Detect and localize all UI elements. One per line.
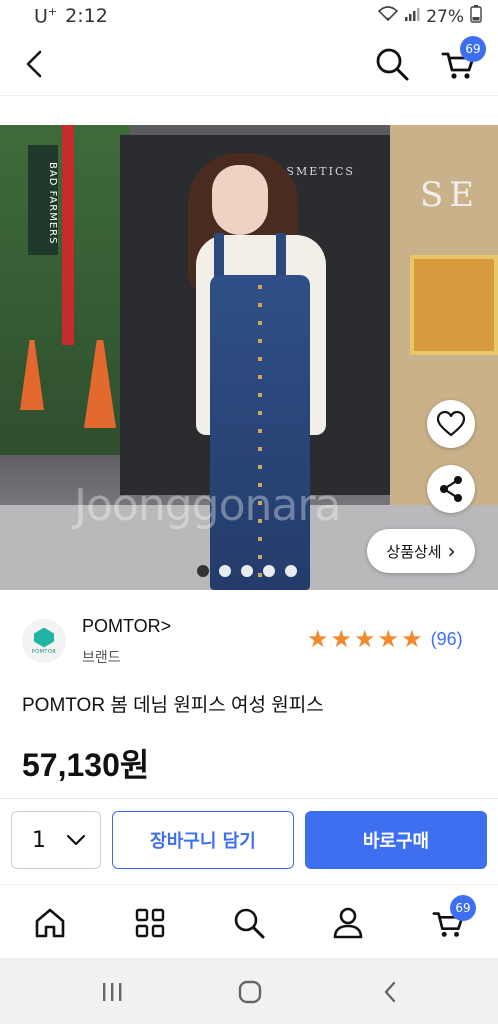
star-icon: ★ (330, 625, 353, 653)
carousel-dot[interactable] (219, 565, 231, 577)
buy-now-button[interactable]: 바로구매 (305, 811, 487, 869)
scene-sign-sel: SE (420, 175, 481, 215)
system-back-button[interactable] (372, 974, 408, 1010)
home-circle-icon (238, 980, 262, 1004)
scene-window-panel (410, 255, 498, 355)
chevron-left-icon (384, 981, 396, 1003)
search-button[interactable] (372, 44, 412, 84)
product-price: 57,130원 (22, 747, 150, 783)
recent-apps-icon (103, 983, 122, 1001)
carousel-dot[interactable] (241, 565, 253, 577)
search-icon (376, 48, 409, 81)
brand-label: 브랜드 (82, 650, 121, 666)
recent-apps-button[interactable] (94, 974, 130, 1010)
wishlist-button[interactable] (427, 400, 475, 448)
carousel-dot[interactable] (263, 565, 275, 577)
purchase-bar: 1 장바구니 담기 바로구매 (0, 798, 498, 884)
wifi-icon (378, 6, 399, 27)
product-detail-label: 상품상세 (386, 542, 442, 561)
review-count: (96) (430, 628, 463, 649)
product-image[interactable]: BAD FARMERS COSMETICS SE Joonggonara 상품상… (0, 125, 498, 590)
signal-icon (404, 6, 420, 27)
back-button[interactable] (14, 44, 54, 84)
battery-icon (470, 5, 482, 28)
nav-my-page[interactable] (328, 903, 368, 943)
status-left: U+ 2:12 (34, 5, 108, 27)
clock: 2:12 (65, 5, 108, 28)
nav-search[interactable] (229, 903, 269, 943)
category-icon (135, 908, 165, 938)
status-right: 27% (378, 5, 482, 28)
chevron-left-icon (26, 50, 42, 78)
cart-button[interactable]: 69 (438, 36, 486, 84)
brand-logo[interactable]: POMTOR (22, 619, 66, 663)
carousel-dot[interactable] (197, 565, 209, 577)
product-title: POMTOR 봄 데님 원피스 여성 원피스 (22, 695, 324, 716)
bottom-nav: 69 (0, 884, 498, 958)
home-button[interactable] (232, 974, 268, 1010)
heart-icon (437, 411, 465, 437)
brand-name-link[interactable]: POMTOR> (82, 616, 171, 637)
share-button[interactable] (427, 465, 475, 513)
user-icon (333, 907, 363, 939)
star-icon: ★ (354, 625, 376, 653)
nav-home[interactable] (30, 903, 70, 943)
app-header: 69 (0, 34, 498, 96)
system-nav-bar (0, 958, 498, 1024)
model-face (212, 165, 268, 235)
battery-level: 27% (426, 6, 464, 27)
carousel-dot[interactable] (285, 565, 297, 577)
brand-logo-text: POMTOR (31, 648, 57, 655)
cart-count-badge: 69 (450, 895, 476, 921)
scene-pole (62, 125, 74, 345)
dress-buttons (258, 285, 262, 585)
nav-cart[interactable]: 69 (428, 895, 476, 943)
chevron-down-icon (66, 834, 86, 846)
home-icon (35, 908, 65, 938)
chevron-right-icon: › (447, 539, 456, 563)
nav-category[interactable] (130, 903, 170, 943)
cart-count-badge: 69 (460, 36, 486, 62)
status-bar: U+ 2:12 27% (0, 0, 498, 34)
search-icon (234, 908, 265, 939)
quantity-value: 1 (32, 827, 46, 853)
watermark: Joonggonara (74, 480, 341, 531)
product-detail-button[interactable]: 상품상세 › (367, 529, 475, 573)
brand-logo-mark (34, 627, 54, 648)
star-icon: ★ (307, 625, 329, 653)
star-icon: ★ (401, 625, 423, 653)
carrier-label: U+ (34, 5, 58, 28)
quantity-select[interactable]: 1 (11, 811, 101, 869)
scene-sign-bad-farmers: BAD FARMERS (28, 145, 58, 255)
add-to-cart-button[interactable]: 장바구니 담기 (112, 811, 294, 869)
rating[interactable]: ★ ★ ★ ★ ★ (96) (307, 627, 463, 651)
carousel-indicator (197, 565, 297, 577)
star-icon: ★ (377, 625, 400, 653)
share-icon (440, 476, 462, 502)
